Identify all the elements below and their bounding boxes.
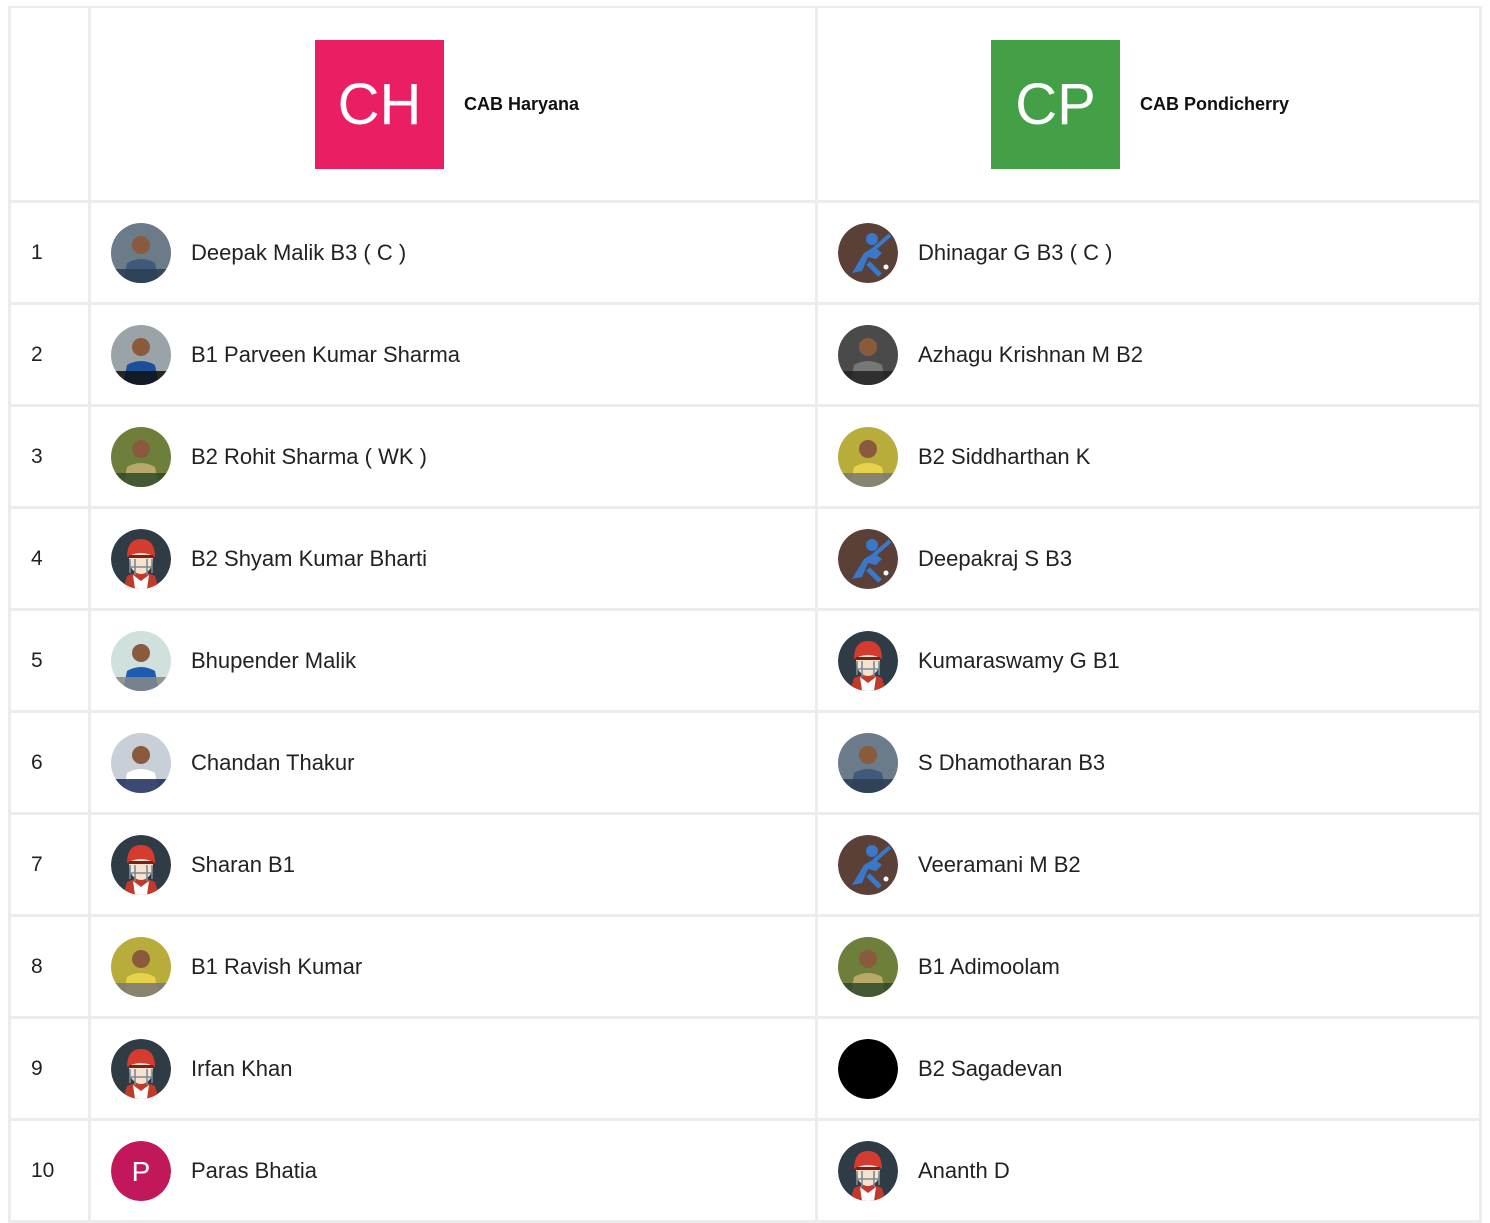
away-player-batsman-icon[interactable] [838, 528, 898, 589]
away-player-cell[interactable]: Deepakraj S B3 [818, 509, 1482, 608]
home-player-cell[interactable]: Irfan Khan [91, 1019, 818, 1118]
table-row: 2 B1 Parveen Kumar Sharma Azhagu Krishnan … [8, 305, 1482, 407]
away-player-photo-avatar[interactable] [838, 732, 898, 793]
header-num-cell [8, 8, 91, 200]
home-player-helmet-icon[interactable] [111, 834, 171, 895]
table-header: CH CAB Haryana CP CAB Pondicherry [8, 6, 1482, 203]
home-player-photo-avatar[interactable] [111, 936, 171, 997]
away-player-cell[interactable]: Ananth D [818, 1121, 1482, 1220]
table-row: 9 Irfan Khan B2 Sagadevan [8, 1019, 1482, 1121]
home-player-cell[interactable]: Bhupender Malik [91, 611, 818, 710]
away-player-cell[interactable]: S Dhamotharan B3 [818, 713, 1482, 812]
away-player-name[interactable]: Azhagu Krishnan M B2 [918, 342, 1143, 368]
home-player-cell[interactable]: B2 Rohit Sharma ( WK ) [91, 407, 818, 506]
away-player-name[interactable]: B1 Adimoolam [918, 954, 1060, 980]
home-player-name[interactable]: Deepak Malik B3 ( C ) [191, 240, 406, 266]
home-player-helmet-icon[interactable] [111, 528, 171, 589]
away-player-cell[interactable]: Kumaraswamy G B1 [818, 611, 1482, 710]
team-home-header: CH CAB Haryana [91, 8, 818, 200]
home-player-cell[interactable]: Sharan B1 [91, 815, 818, 914]
away-player-cell[interactable]: B2 Sagadevan [818, 1019, 1482, 1118]
team-away-header: CP CAB Pondicherry [818, 8, 1482, 200]
row-number: 4 [8, 509, 91, 608]
squad-table: CH CAB Haryana CP CAB Pondicherry 1 Deepa… [8, 6, 1482, 1223]
away-player-name[interactable]: S Dhamotharan B3 [918, 750, 1105, 776]
away-player-cell[interactable]: Dhinagar G B3 ( C ) [818, 203, 1482, 302]
home-player-cell[interactable]: B2 Shyam Kumar Bharti [91, 509, 818, 608]
away-player-name[interactable]: Veeramani M B2 [918, 852, 1081, 878]
away-player-cell[interactable]: B1 Adimoolam [818, 917, 1482, 1016]
table-row: 7 Sharan B1 Veeramani M B2 [8, 815, 1482, 917]
home-player-helmet-icon[interactable] [111, 1038, 171, 1099]
away-player-photo-avatar[interactable] [838, 324, 898, 385]
team-home-name[interactable]: CAB Haryana [464, 94, 579, 115]
table-row: 3 B2 Rohit Sharma ( WK ) B2 Siddharthan K [8, 407, 1482, 509]
home-player-name[interactable]: B1 Parveen Kumar Sharma [191, 342, 460, 368]
home-player-name[interactable]: B1 Ravish Kumar [191, 954, 362, 980]
home-player-photo-avatar[interactable] [111, 222, 171, 283]
team-away-logo[interactable]: CP [991, 39, 1120, 169]
row-number: 3 [8, 407, 91, 506]
home-player-name[interactable]: B2 Rohit Sharma ( WK ) [191, 444, 427, 470]
away-player-name[interactable]: B2 Siddharthan K [918, 444, 1090, 470]
away-player-blank-avatar[interactable] [838, 1038, 898, 1099]
table-row: 5 Bhupender Malik Kumaraswamy G B1 [8, 611, 1482, 713]
home-player-name[interactable]: B2 Shyam Kumar Bharti [191, 546, 427, 572]
home-player-name[interactable]: Paras Bhatia [191, 1158, 317, 1184]
svg-text:P: P [132, 1156, 151, 1187]
table-row: 1 Deepak Malik B3 ( C ) Dhinagar G B3 ( C … [8, 203, 1482, 305]
home-player-cell[interactable]: B1 Ravish Kumar [91, 917, 818, 1016]
table-row: 8 B1 Ravish Kumar B1 Adimoolam [8, 917, 1482, 1019]
home-player-photo-avatar[interactable] [111, 630, 171, 691]
away-player-photo-avatar[interactable] [838, 936, 898, 997]
row-number: 2 [8, 305, 91, 404]
table-row: 6 Chandan Thakur S Dhamotharan B3 [8, 713, 1482, 815]
away-player-name[interactable]: Deepakraj S B3 [918, 546, 1072, 572]
home-player-name[interactable]: Bhupender Malik [191, 648, 356, 674]
table-row: 10 P Paras Bhatia Ananth D [8, 1121, 1482, 1223]
home-player-photo-avatar[interactable] [111, 324, 171, 385]
away-player-cell[interactable]: B2 Siddharthan K [818, 407, 1482, 506]
home-player-cell[interactable]: P Paras Bhatia [91, 1121, 818, 1220]
home-player-photo-avatar[interactable] [111, 426, 171, 487]
home-player-cell[interactable]: B1 Parveen Kumar Sharma [91, 305, 818, 404]
home-player-name[interactable]: Irfan Khan [191, 1056, 293, 1082]
home-player-name[interactable]: Sharan B1 [191, 852, 295, 878]
row-number: 10 [8, 1121, 91, 1220]
away-player-name[interactable]: B2 Sagadevan [918, 1056, 1062, 1082]
team-away-name[interactable]: CAB Pondicherry [1140, 94, 1289, 115]
home-player-cell[interactable]: Chandan Thakur [91, 713, 818, 812]
away-player-photo-avatar[interactable] [838, 426, 898, 487]
away-player-name[interactable]: Kumaraswamy G B1 [918, 648, 1120, 674]
away-player-batsman-icon[interactable] [838, 834, 898, 895]
away-player-batsman-icon[interactable] [838, 222, 898, 283]
row-number: 5 [8, 611, 91, 710]
away-player-name[interactable]: Ananth D [918, 1158, 1010, 1184]
row-number: 6 [8, 713, 91, 812]
row-number: 7 [8, 815, 91, 914]
away-player-helmet-icon[interactable] [838, 1140, 898, 1201]
table-row: 4 B2 Shyam Kumar Bharti Deepakraj S B3 [8, 509, 1482, 611]
away-player-cell[interactable]: Veeramani M B2 [818, 815, 1482, 914]
home-player-cell[interactable]: Deepak Malik B3 ( C ) [91, 203, 818, 302]
row-number: 1 [8, 203, 91, 302]
team-home-logo[interactable]: CH [315, 39, 444, 169]
away-player-cell[interactable]: Azhagu Krishnan M B2 [818, 305, 1482, 404]
away-player-helmet-icon[interactable] [838, 630, 898, 691]
row-number: 8 [8, 917, 91, 1016]
home-player-photo-avatar[interactable] [111, 732, 171, 793]
home-player-initial-avatar[interactable]: P [111, 1140, 171, 1201]
home-player-name[interactable]: Chandan Thakur [191, 750, 355, 776]
row-number: 9 [8, 1019, 91, 1118]
away-player-name[interactable]: Dhinagar G B3 ( C ) [918, 240, 1112, 266]
